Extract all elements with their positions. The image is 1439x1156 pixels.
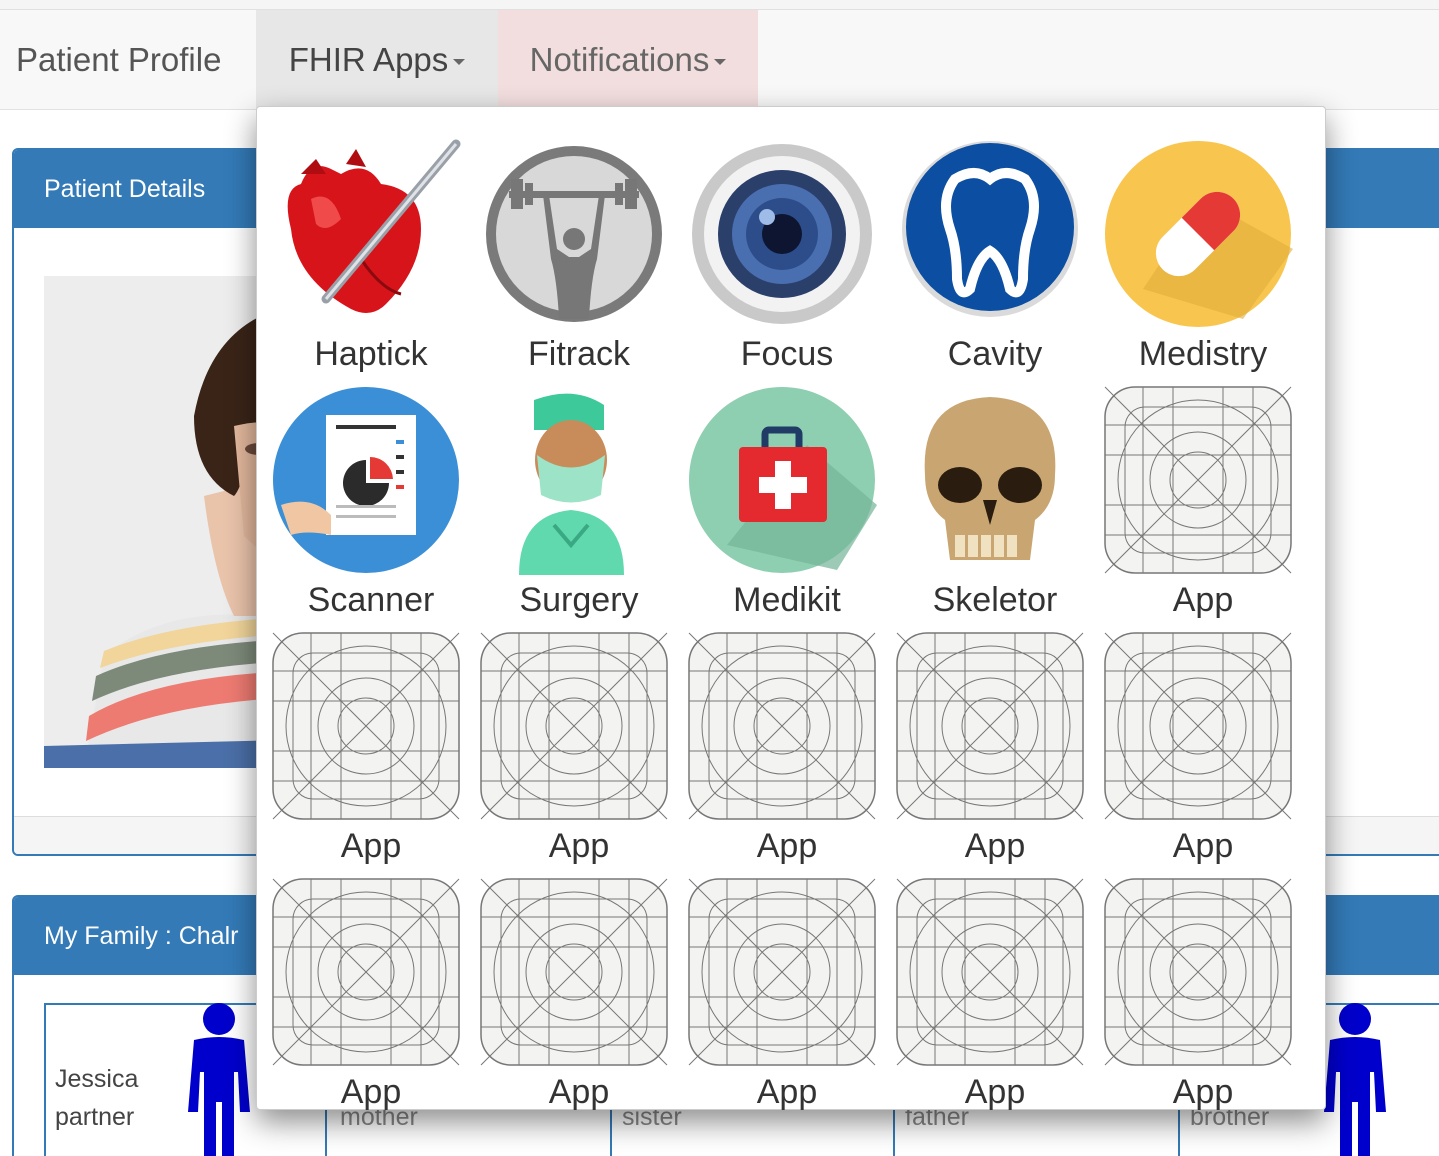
surgeon-icon bbox=[519, 393, 624, 575]
app-tile-placeholder[interactable]: App bbox=[673, 609, 881, 865]
app-tile-placeholder[interactable]: App bbox=[465, 609, 673, 865]
app-tile-placeholder[interactable]: App bbox=[257, 609, 465, 865]
person-icon bbox=[1324, 1003, 1386, 1156]
weightlifter-icon bbox=[486, 146, 662, 322]
nav-notifications-dropdown[interactable]: Notifications bbox=[498, 10, 758, 110]
report-scanner-icon bbox=[273, 387, 459, 573]
app-tile-placeholder[interactable]: App bbox=[1089, 363, 1297, 619]
app-placeholder-icon bbox=[480, 632, 668, 820]
app-placeholder-icon bbox=[272, 878, 460, 1066]
app-tile-medikit[interactable]: Medikit bbox=[673, 363, 881, 619]
app-tile-placeholder[interactable]: App bbox=[1089, 609, 1297, 865]
tooth-icon bbox=[902, 141, 1078, 317]
nav-notifications-label: Notifications bbox=[529, 41, 710, 78]
app-tile-haptick[interactable]: Haptick bbox=[257, 117, 465, 373]
app-placeholder-icon bbox=[272, 632, 460, 820]
app-label: App bbox=[548, 1073, 610, 1111]
caret-down-icon bbox=[453, 59, 466, 65]
app-placeholder-icon bbox=[688, 632, 876, 820]
app-tile-placeholder[interactable]: App bbox=[465, 855, 673, 1111]
app-label: App bbox=[340, 1073, 402, 1111]
nav-fhir-apps-dropdown[interactable]: FHIR Apps bbox=[256, 10, 498, 110]
app-placeholder-icon bbox=[480, 878, 668, 1066]
person-icon bbox=[188, 1003, 250, 1156]
app-tile-placeholder[interactable]: App bbox=[673, 855, 881, 1111]
panel-title: My Family : Chalr bbox=[44, 921, 239, 950]
first-aid-kit-icon bbox=[689, 387, 877, 573]
app-label: App bbox=[1172, 1073, 1234, 1111]
panel-title: Patient Details bbox=[44, 174, 206, 203]
app-tile-skeletor[interactable]: Skeletor bbox=[881, 363, 1089, 619]
app-tile-fitrack[interactable]: Fitrack bbox=[465, 117, 673, 373]
family-member-label: Jessica partner bbox=[55, 1060, 138, 1136]
app-tile-medistry[interactable]: Medistry bbox=[1089, 117, 1297, 373]
heart-scalpel-icon bbox=[287, 139, 461, 313]
caret-down-icon bbox=[714, 59, 727, 65]
app-tile-focus[interactable]: Focus bbox=[673, 117, 881, 373]
app-tile-placeholder[interactable]: App bbox=[257, 855, 465, 1111]
navbar: Patient Profile FHIR Apps Notifications bbox=[0, 10, 1439, 110]
browser-top-strip bbox=[0, 0, 1439, 10]
skull-icon bbox=[924, 397, 1056, 560]
family-member-relation: partner bbox=[55, 1103, 135, 1131]
app-tile-scanner[interactable]: Scanner bbox=[257, 363, 465, 619]
app-tile-surgery[interactable]: Surgery bbox=[465, 363, 673, 619]
app-placeholder-icon bbox=[1104, 632, 1292, 820]
app-placeholder-icon bbox=[1104, 386, 1292, 574]
app-label: App bbox=[756, 1073, 818, 1111]
family-member-name: Jessica bbox=[55, 1065, 139, 1093]
nav-fhir-apps-label: FHIR Apps bbox=[288, 41, 449, 78]
nav-patient-profile[interactable]: Patient Profile bbox=[16, 10, 221, 110]
app-tile-placeholder[interactable]: App bbox=[1089, 855, 1297, 1111]
app-placeholder-icon bbox=[1104, 878, 1292, 1066]
app-placeholder-icon bbox=[896, 632, 1084, 820]
app-placeholder-icon bbox=[688, 878, 876, 1066]
app-tile-placeholder[interactable]: App bbox=[881, 855, 1089, 1111]
camera-lens-icon bbox=[692, 144, 872, 324]
app-tile-placeholder[interactable]: App bbox=[881, 609, 1089, 865]
pill-capsule-icon bbox=[1105, 141, 1293, 327]
app-placeholder-icon bbox=[896, 878, 1084, 1066]
app-tile-cavity[interactable]: Cavity bbox=[881, 117, 1089, 373]
fhir-apps-dropdown-menu: Haptick Fitrack Focus Cavity Medistry Sc… bbox=[256, 106, 1326, 1111]
nav-patient-profile-label: Patient Profile bbox=[16, 41, 222, 78]
app-label: App bbox=[964, 1073, 1026, 1111]
